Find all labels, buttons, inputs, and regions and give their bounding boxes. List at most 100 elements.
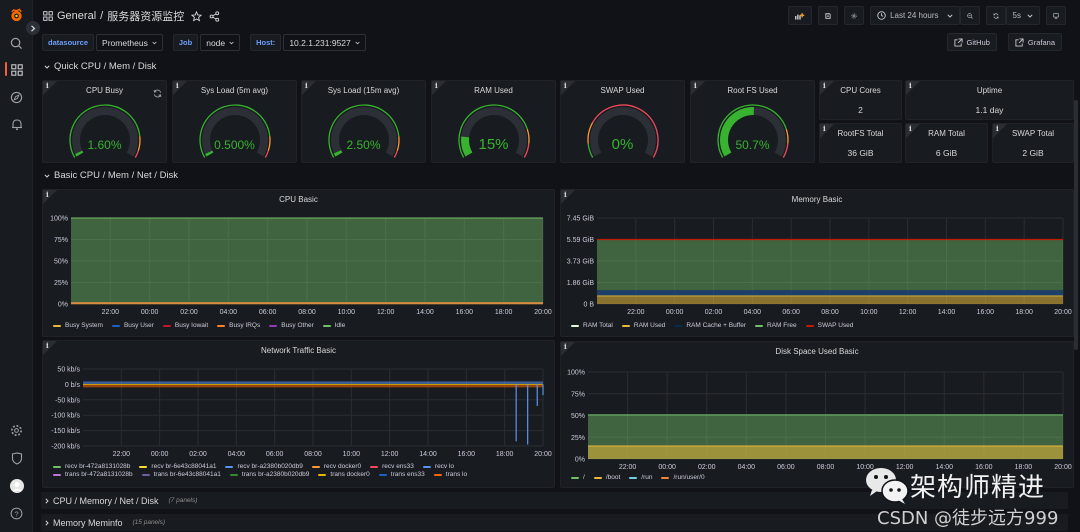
legend-item[interactable]: Idle [322, 322, 345, 329]
search-icon[interactable] [8, 35, 25, 52]
row-memory-meminfo[interactable]: Memory Meminfo (15 panels) [41, 514, 1068, 531]
expand-sidebar-button[interactable] [26, 21, 40, 35]
stat-panel-swap-total[interactable]: i SWAP Total 2 GiB [992, 123, 1074, 163]
legend-item[interactable]: /run [629, 474, 652, 481]
zoom-out-time-button[interactable] [959, 6, 980, 25]
variable-value: 10.2.1.231:9527 [289, 37, 351, 48]
legend-item[interactable]: Busy IRQs [217, 322, 260, 329]
legend-item[interactable]: RAM Used [621, 322, 665, 329]
variable-job: Job node [172, 34, 241, 51]
legend-swatch [378, 473, 387, 476]
legend-item[interactable]: /run/user/0 [661, 474, 705, 481]
gauge-panel-root-fs-used[interactable]: i Root FS Used 50.7% [690, 80, 815, 163]
x-tick-label: 02:00 [189, 451, 207, 458]
stat-panel-cpu-cores[interactable]: i CPU Cores 2 [819, 80, 902, 120]
star-icon[interactable] [191, 10, 203, 22]
x-tick-label: 04:00 [744, 309, 762, 316]
legend-item[interactable]: recv br-472a8131028b [53, 463, 130, 470]
dashboards-icon[interactable] [8, 61, 25, 78]
host-select[interactable]: 10.2.1.231:9527 [283, 34, 366, 51]
panel-title: CPU Busy [86, 86, 123, 95]
legend-item[interactable]: / [571, 474, 585, 481]
add-panel-button[interactable] [788, 6, 813, 25]
refresh-interval-picker[interactable]: 5s [1005, 6, 1040, 25]
refresh-icon[interactable] [153, 85, 162, 103]
area-idle [71, 218, 543, 303]
legend-item[interactable]: recv br-6e43c88041a1 [139, 463, 216, 470]
legend-item[interactable]: trans br-472a8131028b [53, 471, 133, 478]
legend-item[interactable]: trans ens33 [378, 471, 425, 478]
legend-item[interactable]: Busy Iowait [162, 322, 208, 329]
legend-swatch [629, 476, 638, 479]
legend-item[interactable]: RAM Free [754, 322, 797, 329]
variable-label: Host: [250, 34, 282, 51]
x-tick-label: 00:00 [141, 309, 159, 316]
gear-icon [851, 12, 857, 19]
legend-item[interactable]: recv ens33 [370, 463, 414, 470]
gauge-value-bar [204, 150, 213, 157]
grafana-logo-icon[interactable] [8, 7, 25, 24]
gauge-panel-swap-used[interactable]: i SWAP Used 0% [560, 80, 685, 163]
legend-item[interactable]: Busy Other [269, 322, 314, 329]
server-admin-shield-icon[interactable] [8, 450, 25, 467]
panel-network-traffic-basic[interactable]: 50 kb/s 0 b/s -50 kb/s -100 kb/s -150 kb/s -2… [42, 340, 555, 488]
legend-item[interactable]: Busy System [53, 322, 103, 329]
gauge-arc [198, 104, 271, 158]
panel-title: SWAP Total [1011, 129, 1055, 138]
grafana-link[interactable]: Grafana [1007, 33, 1062, 51]
legend-item[interactable]: trans docker0 [318, 471, 370, 478]
time-range-picker[interactable]: Last 24 hours [870, 6, 960, 25]
refresh-button[interactable] [985, 6, 1006, 25]
legend-item[interactable]: recv br-a2380b020db9 [225, 463, 303, 470]
share-icon[interactable] [209, 10, 220, 22]
legend-item[interactable]: trans lo [433, 471, 467, 478]
job-select[interactable]: node [200, 34, 241, 51]
legend-item[interactable]: recv lo [422, 463, 454, 470]
datasource-select[interactable]: Prometheus [96, 34, 163, 51]
x-tick-label: 16:00 [977, 309, 995, 316]
stat-panel-rootfs-total[interactable]: i RootFS Total 36 GiB [819, 123, 902, 163]
area-recv-traffic [83, 381, 543, 385]
gauge-panel-ram-used[interactable]: i RAM Used 15% [431, 80, 556, 163]
stat-panel-uptime[interactable]: i Uptime 1.1 day [905, 80, 1074, 120]
legend-item[interactable]: trans br-a2380b020db9 [229, 471, 309, 478]
help-icon[interactable]: ? [8, 505, 25, 522]
row-cpu-memory-net-disk[interactable]: CPU / Memory / Net / Disk (7 panels) [41, 492, 1068, 509]
gauge-panel-sys-load-15m-avg[interactable]: i Sys Load (15m avg) 2.50% [301, 80, 426, 163]
legend-item[interactable]: RAM Cache + Buffer [674, 322, 746, 329]
dashboard-settings-button[interactable] [844, 6, 865, 25]
x-tick-label: 18:00 [495, 309, 513, 316]
area-boot [588, 445, 1063, 459]
legend-label: /run/user/0 [673, 474, 705, 481]
legend-item[interactable]: /boot [593, 474, 620, 481]
legend-item[interactable]: RAM Total [571, 322, 613, 329]
panel-memory-basic[interactable]: 7.45 GiB 5.59 GiB 3.73 GiB 1.86 GiB 0 B 22:00… [560, 189, 1074, 337]
legend-label: recv ens33 [382, 463, 414, 470]
gauge-panel-sys-load-5m-avg[interactable]: i Sys Load (5m avg) 0.500% [172, 80, 297, 163]
legend-item[interactable]: trans br-6e43c88041a1 [141, 471, 221, 478]
panel-cpu-basic[interactable]: 100% 75% 50% 25% 0% 22:00 00:00 02:00 04:00 06:00… [42, 189, 555, 337]
svg-text:?: ? [14, 509, 18, 518]
dashboard-title[interactable]: 服务器资源监控 [107, 8, 184, 24]
legend-item[interactable]: recv docker0 [311, 463, 361, 470]
gauge-panel-cpu-busy[interactable]: i CPU Busy 1.60% [42, 80, 167, 163]
legend-swatch [53, 324, 61, 327]
row-basic-cpu-mem-net-disk[interactable]: Basic CPU / Mem / Net / Disk [44, 170, 178, 181]
panel-disk-space-used-basic[interactable]: 100% 75% 50% 25% 0% 22:00 00:00 02:00 04:00 06:00… [560, 341, 1074, 488]
configuration-gear-icon[interactable] [8, 422, 25, 439]
user-avatar[interactable] [8, 477, 25, 494]
area-ram-used [597, 295, 1063, 304]
alerting-bell-icon[interactable] [8, 116, 25, 133]
tv-mode-button[interactable] [1046, 6, 1066, 25]
row-quick-cpu-mem-disk[interactable]: Quick CPU / Mem / Disk [44, 61, 156, 72]
explore-icon[interactable] [8, 89, 25, 106]
legend-item[interactable]: SWAP Used [805, 322, 853, 329]
page-scrollbar[interactable] [1074, 100, 1078, 350]
breadcrumb-folder[interactable]: General [57, 10, 96, 22]
panel-title: RAM Used [474, 86, 513, 95]
stat-panel-ram-total[interactable]: i RAM Total 6 GiB [905, 123, 988, 163]
legend-item[interactable]: Busy User [111, 322, 154, 329]
save-dashboard-button[interactable] [818, 6, 839, 25]
link-label: GitHub [966, 37, 990, 47]
github-link[interactable]: GitHub [946, 33, 997, 51]
